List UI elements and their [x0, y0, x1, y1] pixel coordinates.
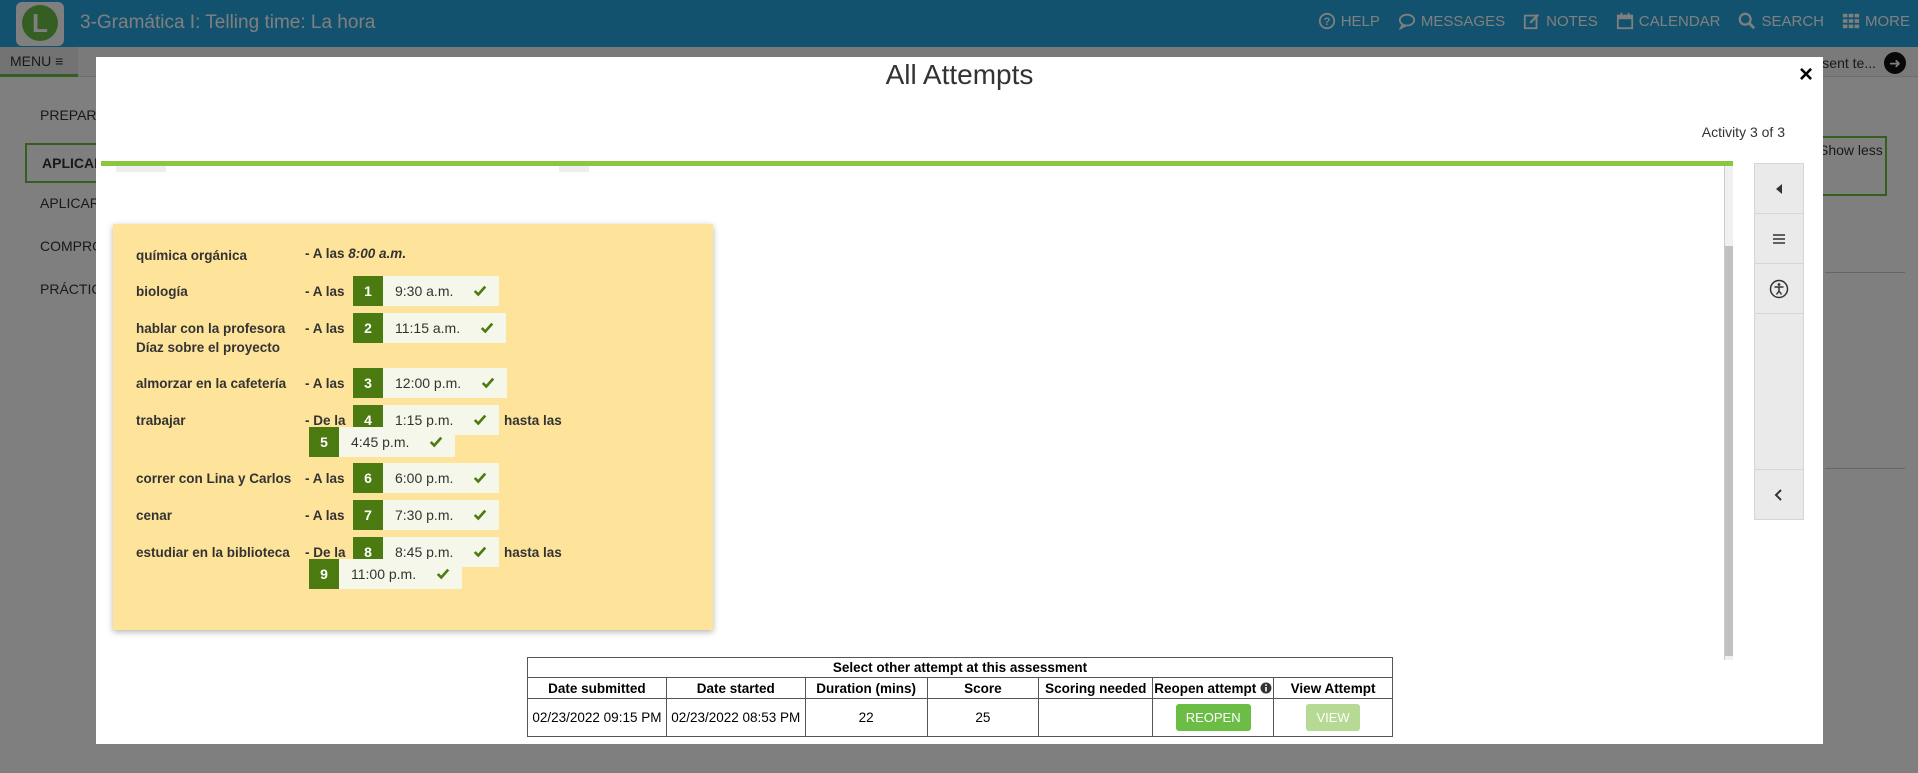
- col-header: Scoring needed: [1038, 677, 1154, 699]
- activity-card: química orgánica - A las 8:00 a.m. biolo…: [113, 224, 713, 630]
- activity-label: cenar: [136, 508, 173, 523]
- answer-box[interactable]: 2 11:15 a.m.: [353, 313, 507, 343]
- check-icon: [474, 414, 487, 426]
- row-prefix: - A las: [305, 471, 345, 486]
- col-header-reopen: Reopen attempt: [1152, 677, 1275, 699]
- answer-value: 6:00 p.m.: [395, 470, 454, 486]
- info-icon[interactable]: [1260, 682, 1272, 694]
- answer-number: 2: [353, 313, 383, 343]
- answer-value-wrap: 9:30 a.m.: [383, 276, 500, 306]
- check-icon: [480, 322, 494, 334]
- close-button[interactable]: ×: [1799, 61, 1813, 89]
- check-icon: [436, 568, 450, 580]
- chevron-left-icon: [1774, 488, 1782, 501]
- col-header: View Attempt: [1273, 677, 1393, 699]
- answer-box[interactable]: 5 4:45 p.m.: [309, 427, 456, 457]
- list-icon: [1773, 233, 1785, 244]
- answer-number: 1: [353, 276, 383, 306]
- answer-number: 3: [353, 368, 383, 398]
- answer-value-wrap: 11:00 p.m.: [339, 559, 463, 589]
- answer-box[interactable]: 6 6:00 p.m.: [353, 463, 500, 493]
- check-icon: [430, 436, 443, 448]
- scoring-needed-cell: [1038, 698, 1154, 737]
- answer-value: 4:45 p.m.: [351, 434, 410, 450]
- activity-side-panel: [1754, 163, 1804, 520]
- hasta-label: hasta las: [504, 413, 562, 428]
- activity-count: Activity 3 of 3: [1701, 124, 1785, 140]
- activity-label: correr con Lina y Carlos: [136, 471, 292, 486]
- row-prefix: - A las: [305, 508, 345, 523]
- given-value: 8:00 a.m.: [348, 246, 407, 261]
- answer-value-wrap: 12:00 p.m.: [383, 368, 508, 398]
- reopen-button[interactable]: REOPEN: [1175, 704, 1251, 731]
- expand-button[interactable]: [1755, 469, 1803, 519]
- collapse-left-button[interactable]: [1755, 164, 1803, 214]
- answer-value-wrap: 4:45 p.m.: [339, 427, 456, 457]
- col-header: Score: [926, 677, 1040, 699]
- accessibility-icon: [1769, 279, 1789, 298]
- date-submitted-cell: 02/23/2022 09:15 PM: [527, 698, 667, 737]
- frame-scrollbar[interactable]: [1724, 166, 1733, 660]
- col-header: Duration (mins): [804, 677, 928, 699]
- content-fragment: [116, 166, 166, 172]
- col-header: Date submitted: [527, 677, 667, 699]
- answer-number: 5: [309, 427, 339, 457]
- answer-box[interactable]: 7 7:30 p.m.: [353, 500, 500, 530]
- answer-box[interactable]: 1 9:30 a.m.: [353, 276, 500, 306]
- answer-value-wrap: 7:30 p.m.: [383, 500, 500, 530]
- row-prefix: - A las: [305, 376, 345, 391]
- activity-label: química orgánica: [136, 248, 248, 263]
- table-row: 02/23/2022 09:15 PM 02/23/2022 08:53 PM …: [527, 698, 1393, 737]
- answer-value-wrap: 11:15 a.m.: [383, 313, 507, 343]
- check-icon: [474, 509, 487, 521]
- accessibility-button[interactable]: [1755, 264, 1803, 314]
- answer-value: 11:15 a.m.: [395, 320, 461, 336]
- col-header-label: Reopen attempt: [1154, 680, 1257, 696]
- attempts-caption: Select other attempt at this assessment: [527, 657, 1393, 678]
- list-button[interactable]: [1755, 214, 1803, 264]
- answer-box[interactable]: 9 11:00 p.m.: [309, 559, 463, 589]
- answer-number: 6: [353, 463, 383, 493]
- answer-number: 7: [353, 500, 383, 530]
- attempts-table: Select other attempt at this assessment …: [527, 657, 1393, 737]
- row-prefix: - A las: [305, 246, 345, 261]
- activity-label: biología: [136, 284, 188, 299]
- activity-label: hablar con la profesora Díaz sobre el pr…: [136, 321, 286, 355]
- modal-title: All Attempts: [885, 59, 1034, 90]
- view-cell: VIEW: [1273, 698, 1393, 737]
- answer-box[interactable]: 3 12:00 p.m.: [353, 368, 508, 398]
- duration-cell: 22: [804, 698, 928, 737]
- date-started-cell: 02/23/2022 08:53 PM: [665, 698, 806, 737]
- activity-label: almorzar en la cafetería: [136, 376, 287, 391]
- answer-value: 7:30 p.m.: [395, 507, 454, 523]
- row-prefix: - De la: [305, 545, 346, 560]
- col-header: Date started: [665, 677, 806, 699]
- row-prefix: - A las: [305, 321, 345, 336]
- given-time: - A las 8:00 a.m.: [305, 246, 406, 261]
- scrollbar-thumb[interactable]: [1725, 246, 1733, 656]
- check-icon: [474, 285, 487, 297]
- activity-label: estudiar en la biblioteca: [136, 545, 290, 560]
- hasta-label: hasta las: [504, 545, 562, 560]
- reopen-cell: REOPEN: [1152, 698, 1275, 737]
- answer-value-wrap: 6:00 p.m.: [383, 463, 500, 493]
- all-attempts-modal: All Attempts × Activity 3 of 3 química o…: [96, 57, 1823, 744]
- answer-number: 9: [309, 559, 339, 589]
- answer-value: 9:30 a.m.: [395, 283, 454, 299]
- row-prefix: - A las: [305, 284, 345, 299]
- answer-value: 12:00 p.m.: [395, 375, 462, 391]
- row-prefix: - De la: [305, 413, 346, 428]
- check-icon: [474, 472, 487, 484]
- answer-value: 11:00 p.m.: [351, 566, 417, 582]
- triangle-left-icon: [1776, 183, 1782, 194]
- content-fragment: [559, 166, 589, 172]
- score-cell: 25: [926, 698, 1040, 737]
- check-icon: [481, 377, 495, 389]
- check-icon: [474, 546, 487, 558]
- view-button[interactable]: VIEW: [1306, 704, 1360, 731]
- activity-label: trabajar: [136, 413, 186, 428]
